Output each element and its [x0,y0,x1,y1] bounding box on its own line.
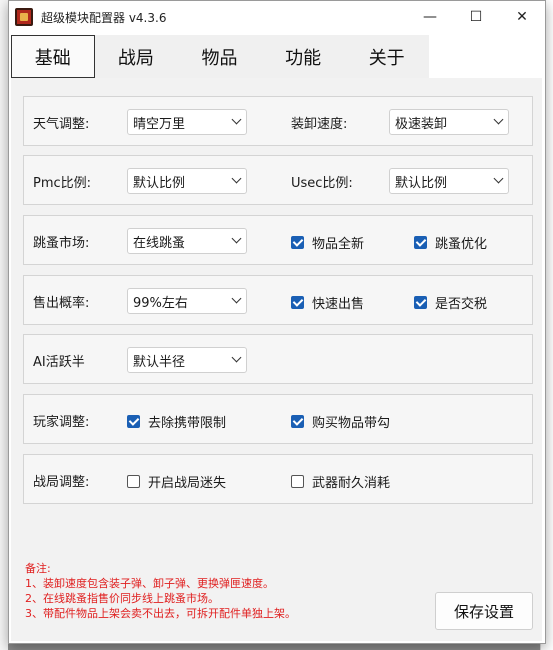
sell-chance-select-value: 99%左右 [133,295,188,311]
row-ai-radius: AI活跃半 默认半径 [23,334,533,384]
chevron-down-icon [231,352,242,363]
flea-market-select-value: 在线跳蚤 [133,235,186,251]
usec-ratio-label: Usec比例: [291,176,353,191]
close-button[interactable]: ✕ [499,1,545,33]
raid-lost-label: 开启战局迷失 [148,476,227,491]
tab-about[interactable]: 关于 [345,35,429,78]
weather-select[interactable]: 晴空万里 [127,109,247,135]
sell-chance-label: 售出概率: [33,296,90,311]
weather-label: 天气调整: [33,117,90,132]
items-new-label: 物品全新 [312,237,365,252]
title-bar: 超级模块配置器 v4.3.6 — ☐ ✕ [9,1,545,33]
window-controls: — ☐ ✕ [407,1,545,33]
minimize-button[interactable]: — [407,1,453,33]
fast-sell-checkbox[interactable]: 快速出售 [291,293,364,312]
reload-speed-label: 装卸速度: [291,117,348,132]
chevron-down-icon [231,114,242,125]
reload-speed-select[interactable]: 极速装卸 [389,109,509,135]
raid-lost-checkbox[interactable]: 开启战局迷失 [127,472,226,491]
save-settings-button[interactable]: 保存设置 [435,592,533,630]
note-line-2: 2、在线跳蚤指售价同步线上跳蚤市场。 [25,592,219,605]
tab-raid[interactable]: 战局 [94,35,179,78]
remove-carry-limit-checkbox[interactable]: 去除携带限制 [127,412,226,431]
checkbox-checked-icon [414,296,427,309]
chevron-down-icon [493,114,504,125]
tab-bar: 基础 战局 物品 功能 关于 [11,35,429,78]
pay-tax-label: 是否交税 [435,297,488,312]
ai-radius-select[interactable]: 默认半径 [127,347,247,373]
tab-items[interactable]: 物品 [178,35,262,78]
ai-radius-select-value: 默认半径 [133,354,186,370]
player-adjust-label: 玩家调整: [33,415,90,430]
flea-optimize-label: 跳蚤优化 [435,237,488,252]
weapon-durability-label: 武器耐久消耗 [312,476,391,491]
tab-content-basic: 天气调整: 晴空万里 装卸速度: 极速装卸 Pmc比例: 默认比例 Usec比例… [11,78,542,641]
note-line-3: 3、带配件物品上架会卖不出去，可拆开配件单独上架。 [25,607,296,620]
tab-basic[interactable]: 基础 [11,35,95,78]
config-window: 超级模块配置器 v4.3.6 — ☐ ✕ 基础 战局 物品 功能 关于 天气调整… [8,0,546,644]
flea-market-select[interactable]: 在线跳蚤 [127,228,247,254]
row-player-adjust: 玩家调整: 去除携带限制 购买物品带勾 [23,394,533,444]
note-line-1: 1、装卸速度包含装子弹、卸子弹、更换弹匣速度。 [25,577,274,590]
notes-block: 备注: 1、装卸速度包含装子弹、卸子弹、更换弹匣速度。 2、在线跳蚤指售价同步线… [25,561,296,621]
reload-speed-select-value: 极速装卸 [395,116,448,132]
pay-tax-checkbox[interactable]: 是否交税 [414,293,487,312]
remove-carry-limit-label: 去除携带限制 [148,416,227,431]
chevron-down-icon [231,173,242,184]
row-pmc-usec: Pmc比例: 默认比例 Usec比例: 默认比例 [23,155,533,205]
pmc-ratio-label: Pmc比例: [33,176,92,191]
chevron-down-icon [493,173,504,184]
flea-market-label: 跳蚤市场: [33,236,90,251]
maximize-button[interactable]: ☐ [453,1,499,33]
found-in-raid-label: 购买物品带勾 [312,416,391,431]
checkbox-unchecked-icon [291,475,304,488]
sell-chance-select[interactable]: 99%左右 [127,288,247,314]
found-in-raid-checkbox[interactable]: 购买物品带勾 [291,412,390,431]
chevron-down-icon [231,293,242,304]
pmc-ratio-select[interactable]: 默认比例 [127,168,247,194]
checkbox-checked-icon [127,415,140,428]
raid-adjust-label: 战局调整: [33,475,90,490]
pmc-ratio-select-value: 默认比例 [133,175,186,191]
checkbox-checked-icon [291,236,304,249]
notes-title: 备注: [25,562,51,575]
checkbox-unchecked-icon [127,475,140,488]
ai-radius-label: AI活跃半 [33,355,85,370]
fast-sell-label: 快速出售 [312,297,365,312]
app-logo-icon [15,8,33,26]
tab-features[interactable]: 功能 [261,35,346,78]
flea-optimize-checkbox[interactable]: 跳蚤优化 [414,233,487,252]
background-window-left-edge [0,0,8,650]
chevron-down-icon [231,233,242,244]
checkbox-checked-icon [414,236,427,249]
checkbox-checked-icon [291,296,304,309]
row-weather-reload: 天气调整: 晴空万里 装卸速度: 极速装卸 [23,96,533,146]
weather-select-value: 晴空万里 [133,116,186,132]
row-flea-market: 跳蚤市场: 在线跳蚤 物品全新 跳蚤优化 [23,215,533,265]
checkbox-checked-icon [291,415,304,428]
weapon-durability-checkbox[interactable]: 武器耐久消耗 [291,472,390,491]
usec-ratio-select-value: 默认比例 [395,175,448,191]
window-title: 超级模块配置器 v4.3.6 [41,10,167,25]
row-sell-chance: 售出概率: 99%左右 快速出售 是否交税 [23,275,533,325]
items-new-checkbox[interactable]: 物品全新 [291,233,364,252]
row-raid-adjust: 战局调整: 开启战局迷失 武器耐久消耗 [23,454,533,504]
usec-ratio-select[interactable]: 默认比例 [389,168,509,194]
